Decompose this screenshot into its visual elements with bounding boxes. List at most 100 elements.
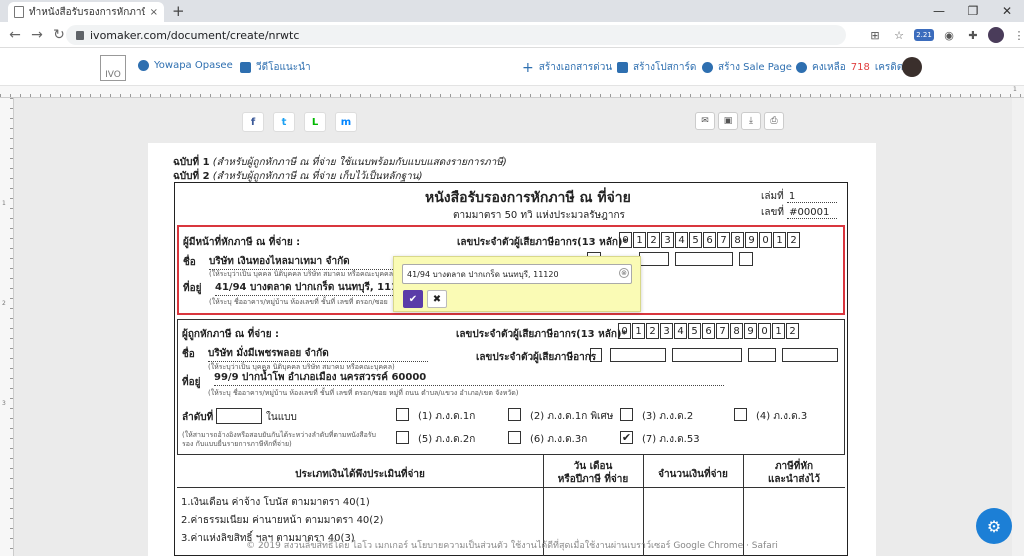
digit-box[interactable]: 1 [772, 323, 785, 339]
extension-badge[interactable]: 2.21 [914, 29, 934, 41]
digit-box[interactable]: 5 [689, 232, 702, 248]
confirm-edit-button[interactable]: ✔ [403, 290, 423, 308]
menu-dots-icon[interactable]: ⋮ [1010, 26, 1024, 44]
digit-box[interactable]: 7 [717, 232, 730, 248]
digit-box[interactable]: 0 [759, 232, 772, 248]
payee-taxid2-box[interactable] [782, 348, 838, 362]
url-text[interactable]: ivomaker.com/document/create/nrwtc [90, 29, 299, 42]
digit-box[interactable]: 3 [660, 323, 673, 339]
header-amount: จำนวนเงินที่จ่าย [658, 469, 728, 480]
payee-taxid2-box[interactable] [748, 348, 776, 362]
back-icon[interactable]: ← [6, 26, 24, 44]
digit-box[interactable]: 1 [773, 232, 786, 248]
document-title: หนังสือรับรองการหักภาษี ณ ที่จ่าย [425, 190, 631, 206]
payer-branch-box[interactable] [639, 252, 669, 266]
maximize-button[interactable]: ❐ [956, 0, 990, 22]
digit-box[interactable]: 0 [758, 323, 771, 339]
ruler-label: 1 [1013, 86, 1017, 93]
digit-box[interactable]: 9 [745, 232, 758, 248]
digit-box[interactable]: 2 [646, 323, 659, 339]
payer-name-value[interactable]: บริษัท เงินทองไหลมาเทมา จำกัด [209, 254, 399, 270]
digit-box[interactable]: 1 [633, 232, 646, 248]
book-label: เล่มที่ [761, 191, 784, 202]
digit-box[interactable]: 9 [744, 323, 757, 339]
print-button[interactable]: ⎙ [764, 112, 784, 130]
form-checkbox-4[interactable] [734, 408, 747, 421]
ruler-label: 1 [2, 200, 6, 207]
facebook-share-button[interactable]: f [242, 112, 264, 132]
payer-branch-box[interactable] [739, 252, 753, 266]
minimize-button[interactable]: — [922, 0, 956, 22]
order-suffix: ในแบบ [266, 412, 297, 423]
close-window-button[interactable]: ✕ [990, 0, 1024, 22]
create-salepage-link[interactable]: สร้าง Sale Page [702, 60, 792, 75]
camera-icon[interactable]: ◉ [940, 26, 958, 44]
translate-icon[interactable]: ⊞ [866, 26, 884, 44]
address-edit-input[interactable] [402, 264, 632, 284]
form-checkbox-5[interactable] [396, 431, 409, 444]
line-share-button[interactable]: L [304, 112, 326, 132]
credit-balance[interactable]: คงเหลือ 718 เครดิต [796, 60, 903, 75]
payee-taxid2-box[interactable] [610, 348, 666, 362]
form-checkbox-7[interactable]: ✔ [620, 431, 633, 444]
digit-box[interactable]: 8 [731, 232, 744, 248]
digit-box[interactable]: 2 [787, 232, 800, 248]
digit-box[interactable]: 4 [674, 323, 687, 339]
user-avatar[interactable] [902, 57, 922, 77]
form-checkbox-3[interactable] [620, 408, 633, 421]
twitter-share-button[interactable]: t [273, 112, 295, 132]
payee-section: ผู้ถูกหักภาษี ณ ที่จ่าย : เลขประจำตัวผู้… [177, 319, 845, 454]
digit-box[interactable]: 0 [618, 323, 631, 339]
digit-box[interactable]: 3 [661, 232, 674, 248]
digit-box[interactable]: 5 [688, 323, 701, 339]
order-number-field[interactable] [216, 408, 262, 424]
settings-fab-button[interactable]: ⚙ [976, 508, 1012, 544]
bookmark-star-icon[interactable]: ☆ [890, 26, 908, 44]
payer-branch-box[interactable] [675, 252, 733, 266]
email-button[interactable]: ✉ [695, 112, 715, 130]
clear-input-icon[interactable]: ⊗ [619, 268, 629, 278]
new-tab-button[interactable]: + [172, 2, 185, 20]
digit-box[interactable]: 0 [619, 232, 632, 248]
form-checkbox-6[interactable] [508, 431, 521, 444]
payee-address-value[interactable]: 99/9 ปากน้ำโพ อำเภอเมือง นครสวรรค์ 60000 [214, 370, 724, 386]
create-doc-link[interactable]: + สร้างเอกสารด่วน [522, 60, 612, 75]
download-button[interactable]: ⤓ [741, 112, 761, 130]
tab-close-icon[interactable]: × [150, 7, 158, 18]
payer-heading: ผู้มีหน้าที่หักภาษี ณ ที่จ่าย : [183, 237, 301, 248]
scrollbar[interactable] [1012, 98, 1024, 556]
payee-taxid2-box[interactable] [590, 348, 602, 362]
profile-avatar[interactable] [988, 27, 1004, 43]
payee-taxid2-box[interactable] [672, 348, 742, 362]
digit-box[interactable]: 6 [703, 232, 716, 248]
payer-tax-id-boxes[interactable]: 0 1 2 3 4 5 6 7 8 9 0 1 2 [619, 232, 800, 248]
ivo-logo[interactable]: IVO [100, 55, 126, 81]
video-guide-link[interactable]: วีดีโอแนะนำ [240, 60, 311, 75]
extensions-puzzle-icon[interactable]: ✚ [964, 26, 982, 44]
form-checkbox-1[interactable] [396, 408, 409, 421]
forward-icon[interactable]: → [28, 26, 46, 44]
digit-box[interactable]: 4 [675, 232, 688, 248]
payer-address-value[interactable]: 41/94 บางตลาด ปากเกร็ด นนทบุรี, 11120 [215, 280, 412, 296]
digit-box[interactable]: 6 [702, 323, 715, 339]
digit-box[interactable]: 2 [647, 232, 660, 248]
digit-box[interactable]: 8 [730, 323, 743, 339]
book-value[interactable]: 1 [786, 191, 837, 203]
create-poster-link[interactable]: สร้างโปสการ์ด [617, 60, 696, 75]
browser-tab[interactable]: ทำหนังสือรับรองการหักภาษี ณ ที่จ่าย | × [8, 2, 164, 22]
number-value[interactable]: #00001 [787, 207, 838, 219]
payee-tax-id-boxes[interactable]: 0 1 2 3 4 5 6 7 8 9 0 1 2 [618, 323, 799, 339]
digit-box[interactable]: 2 [786, 323, 799, 339]
digit-box[interactable]: 1 [632, 323, 645, 339]
save-button[interactable]: ▣ [718, 112, 738, 130]
address-bar[interactable]: ivomaker.com/document/create/nrwtc [66, 25, 846, 45]
user-profile-link[interactable]: Yowapa Opasee [138, 60, 233, 71]
document-page: ฉบับที่ 1 (สำหรับผู้ถูกหักภาษี ณ ที่จ่าย… [148, 143, 876, 556]
payee-name-value[interactable]: บริษัท มั่งมีเพชรพลอย จำกัด [208, 346, 428, 362]
nav-buttons: ← → ↻ [6, 26, 68, 44]
extension-icons: ⊞ ☆ 2.21 ◉ ✚ ⋮ [866, 26, 1024, 44]
messenger-share-button[interactable]: m [335, 112, 357, 132]
digit-box[interactable]: 7 [716, 323, 729, 339]
form-checkbox-2[interactable] [508, 408, 521, 421]
cancel-edit-button[interactable]: ✖ [427, 290, 447, 308]
